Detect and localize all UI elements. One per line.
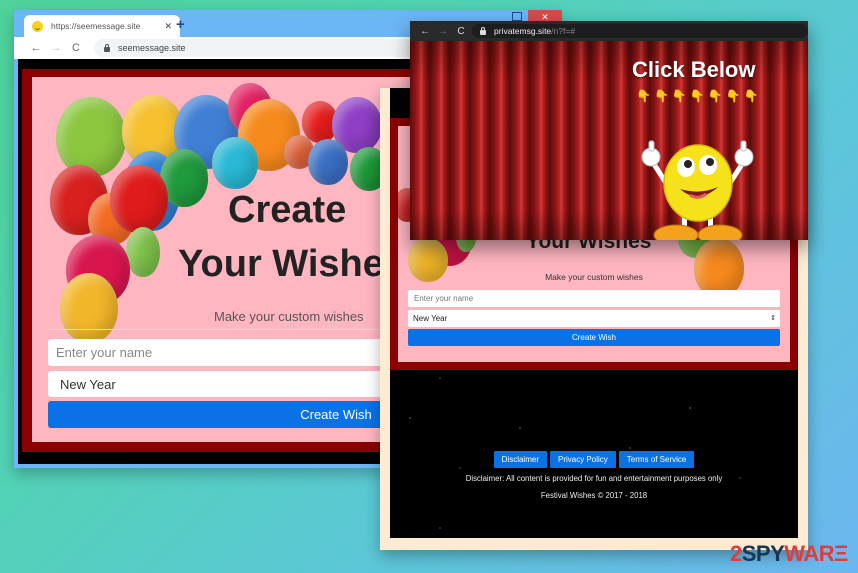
back-arrow-icon[interactable]: ← <box>416 26 434 37</box>
reload-icon[interactable]: C <box>452 26 470 37</box>
pointing-down-icon: 👇 <box>636 89 651 103</box>
tab-seemessage[interactable]: https://seemessage.site ✕ <box>24 15 180 37</box>
thumbs-up-smiley-icon[interactable] <box>638 133 756 240</box>
balloon-icon <box>212 137 258 189</box>
select-arrows-icon: ⇕ <box>770 315 776 322</box>
heading-line2: Your Wishes <box>178 243 405 285</box>
name-input[interactable]: Enter your name <box>408 290 780 307</box>
create-wish-button[interactable]: Create Wish <box>408 329 780 346</box>
pointing-down-icon: 👇 <box>725 89 741 103</box>
balloon-icon <box>308 139 348 185</box>
address-path: /n?f=# <box>551 26 576 36</box>
disclaimer-link[interactable]: Disclaimer <box>493 451 547 468</box>
address-host: privatemsg.site <box>494 26 552 36</box>
balloon-icon <box>110 165 168 233</box>
back-arrow-icon[interactable]: ← <box>26 42 46 54</box>
copyright-text: Festival Wishes © 2017 - 2018 <box>540 491 648 500</box>
lock-icon <box>480 26 486 35</box>
browser-window-privatemsg: ← → C privatemsg.site /n?f=# Click Below… <box>410 21 808 240</box>
heading-line1: Create <box>228 189 347 231</box>
pointing-down-icon: 👇 <box>653 89 669 103</box>
pointing-down-icon: 👇 <box>707 89 723 103</box>
2spyware-watermark: 2SPYWARΞ <box>730 541 848 567</box>
footer-links: Disclaimer Privacy Policy Terms of Servi… <box>390 451 798 468</box>
tab-title: https://seemessage.site <box>51 21 141 31</box>
balloon-icon <box>694 238 744 298</box>
pointing-down-icon: 👇 <box>671 89 687 103</box>
pointing-down-icon: 👇 <box>743 89 759 103</box>
privacy-policy-link[interactable]: Privacy Policy <box>549 451 616 468</box>
address-url: seemessage.site <box>118 43 186 53</box>
occasion-select[interactable]: New Year ⇕ <box>408 310 780 327</box>
close-tab-icon[interactable]: ✕ <box>164 21 172 32</box>
watermark-digit: 2 <box>730 541 742 566</box>
balloon-icon <box>126 227 160 277</box>
balloon-icon <box>60 273 118 343</box>
forward-arrow-icon[interactable]: → <box>434 26 452 37</box>
watermark-e: Ξ <box>834 541 848 566</box>
watermark-war: WAR <box>784 541 835 566</box>
smiley-face-icon <box>32 20 43 32</box>
lock-icon <box>104 43 110 52</box>
terms-of-service-link[interactable]: Terms of Service <box>618 451 695 468</box>
new-tab-button[interactable]: + <box>176 16 185 33</box>
balloon-icon <box>56 97 126 177</box>
forward-arrow-icon[interactable]: → <box>46 42 66 54</box>
address-bar[interactable]: privatemsg.site /n?f=# <box>472 24 808 38</box>
pointing-hands: 👇 👇 👇 👇 👇 👇 👇 <box>636 89 759 103</box>
subtitle: Make your custom wishes <box>214 309 364 324</box>
curtain-stage: Click Below 👇 👇 👇 👇 👇 👇 👇 <box>410 41 808 240</box>
occasion-selected-value: New Year <box>413 314 448 323</box>
pointing-down-icon: 👇 <box>689 89 705 103</box>
reload-icon[interactable]: C <box>66 42 86 54</box>
browser-toolbar: ← → C privatemsg.site /n?f=# <box>410 21 808 41</box>
watermark-spy: SPY <box>741 541 785 566</box>
disclaimer-text: Disclaimer: All content is provided for … <box>465 474 723 483</box>
maximize-icon[interactable] <box>512 12 522 21</box>
subtitle: Make your custom wishes <box>545 272 643 282</box>
click-below-heading: Click Below <box>632 57 756 82</box>
